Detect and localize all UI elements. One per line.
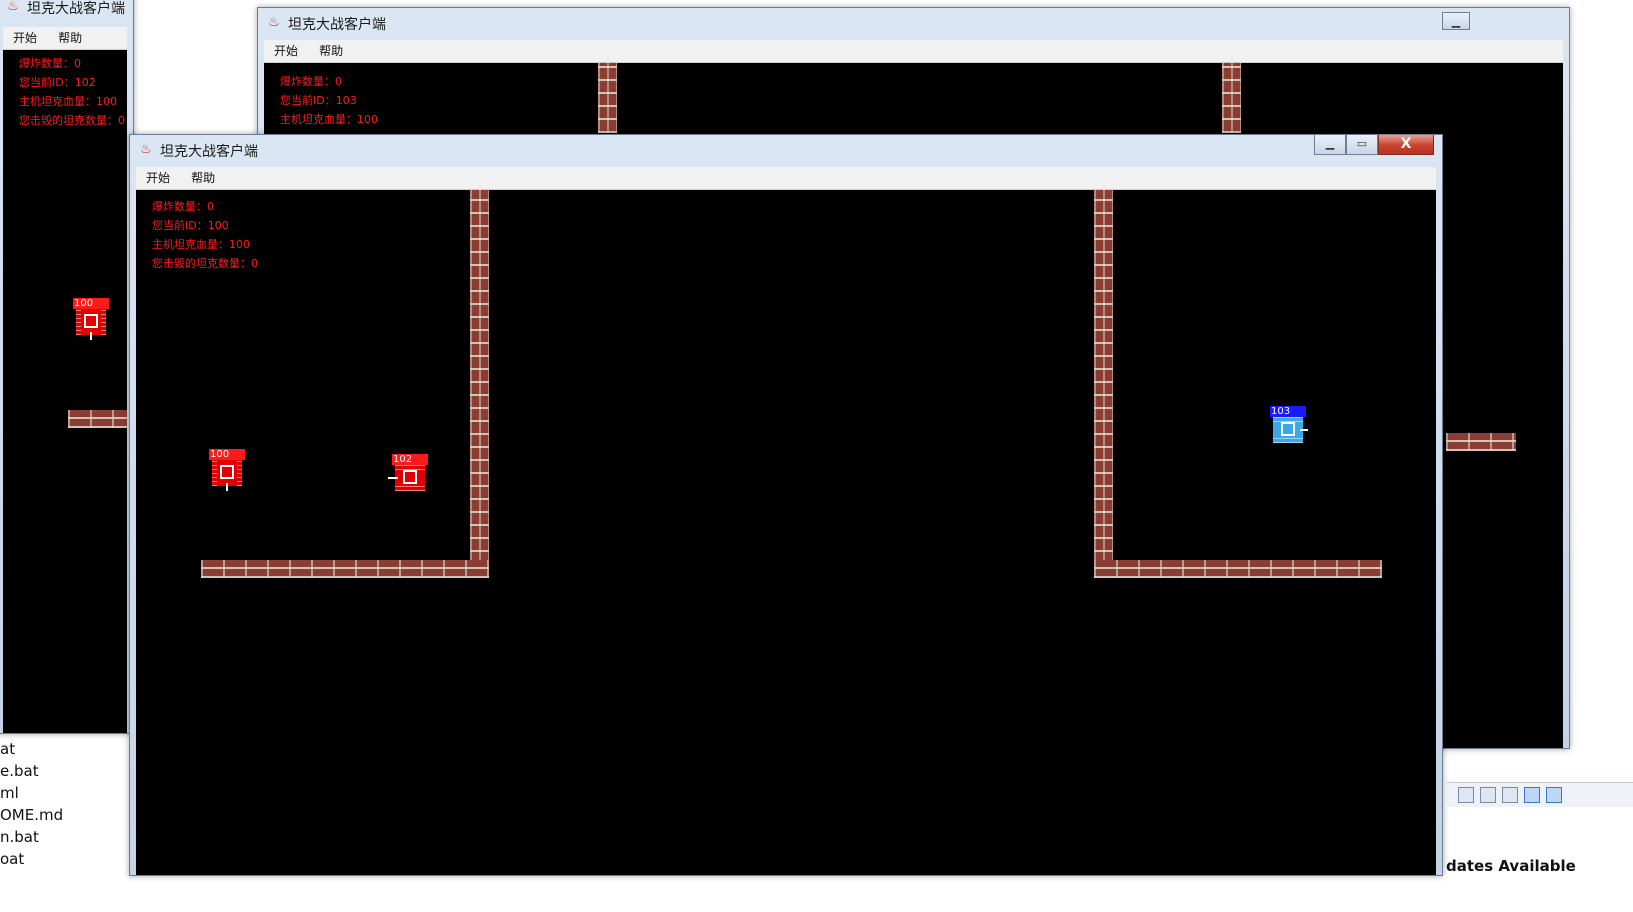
list-item[interactable]: n.bat [0,826,130,848]
list-item[interactable]: e.bat [0,760,130,782]
tank-body [1273,417,1303,443]
title-bar[interactable]: ♨ 坦克大战客户端 [258,8,1569,38]
game-canvas[interactable]: 爆炸数量：0 您当前ID：102 主机坦克血量：100 您击毁的坦克数量：0 1… [3,50,127,733]
hud-explosions: 爆炸数量：0 [152,200,214,213]
hud-explosions: 爆炸数量：0 [280,75,342,88]
menu-help[interactable]: 帮助 [183,167,223,189]
brick-wall [598,63,617,133]
list-item[interactable]: ml [0,782,130,804]
menu-start[interactable]: 开始 [5,27,45,49]
tank-100: 100 [209,449,245,491]
window-title: 坦克大战客户端 [27,1,125,17]
tank-103: 103 [1270,406,1308,446]
list-item[interactable]: at [0,738,130,760]
toolbar-icon[interactable] [1502,787,1518,803]
toolbar-icon[interactable] [1524,787,1540,803]
menu-start[interactable]: 开始 [138,167,178,189]
menu-help[interactable]: 帮助 [311,40,351,62]
tank-100: 100 [73,298,109,340]
list-item[interactable]: oat [0,848,130,870]
brick-wall [201,560,489,578]
file-list: at e.bat ml OME.md n.bat oat [0,738,130,870]
tank-body [395,465,425,491]
brick-wall [68,410,127,428]
front-window[interactable]: ♨ 坦克大战客户端 ▁ ▭ X 开始 帮助 爆炸数量：0 您当前ID：100 主… [129,134,1443,876]
hud-kills: 您击毁的坦克数量：0 [19,114,125,127]
menu-help[interactable]: 帮助 [50,27,90,49]
tank-label: 100 [73,298,109,309]
hud-current-id: 您当前ID：100 [152,219,229,232]
tank-label: 103 [1270,406,1306,417]
hud-current-id: 您当前ID：103 [280,94,357,107]
hud-kills: 您击毁的坦克数量：0 [152,257,258,270]
menu-bar: 开始 帮助 [136,167,1436,190]
toolbar-icon[interactable] [1458,787,1474,803]
brick-wall [470,190,489,578]
java-coffee-icon: ♨ [7,0,19,14]
hud-current-id: 您当前ID：102 [19,76,96,89]
hud-host-hp: 主机坦克血量：100 [152,238,250,251]
hud-host-hp: 主机坦克血量：100 [280,113,378,126]
menu-bar: 开始 帮助 [264,40,1563,63]
hud-host-hp: 主机坦克血量：100 [19,95,117,108]
window-title: 坦克大战客户端 [288,17,386,33]
tank-102: 102 [388,454,428,494]
list-item[interactable]: OME.md [0,804,130,826]
back-left-window[interactable]: ♨ 坦克大战客户端 开始 帮助 爆炸数量：0 您当前ID：102 主机坦克血量：… [0,0,134,734]
brick-wall [1094,190,1113,578]
toolbar-icon[interactable] [1480,787,1496,803]
menu-bar: 开始 帮助 [3,27,127,50]
tank-label: 100 [209,449,245,460]
game-canvas[interactable]: 爆炸数量：0 您当前ID：100 主机坦克血量：100 您击毁的坦克数量：0 1… [136,190,1436,875]
updates-available-label[interactable]: dates Available [1446,857,1576,875]
minimize-button[interactable]: ▁ [1314,135,1346,155]
brick-wall [1446,433,1516,451]
close-button[interactable]: X [1378,135,1434,155]
toolbar-icon[interactable] [1546,787,1562,803]
window-title: 坦克大战客户端 [160,144,258,160]
tank-label: 102 [392,454,428,465]
maximize-button[interactable]: ▭ [1346,135,1378,155]
hud-explosions: 爆炸数量：0 [19,57,81,70]
brick-wall [1094,560,1382,578]
brick-wall [1222,63,1241,133]
title-bar[interactable]: ♨ 坦克大战客户端 [0,0,133,29]
ide-toolbar [1446,782,1633,807]
minimize-button[interactable]: ▁ [1442,12,1470,30]
title-bar[interactable]: ♨ 坦克大战客户端 [130,135,1442,165]
java-coffee-icon: ♨ [140,142,152,157]
java-coffee-icon: ♨ [268,15,280,30]
menu-start[interactable]: 开始 [266,40,306,62]
